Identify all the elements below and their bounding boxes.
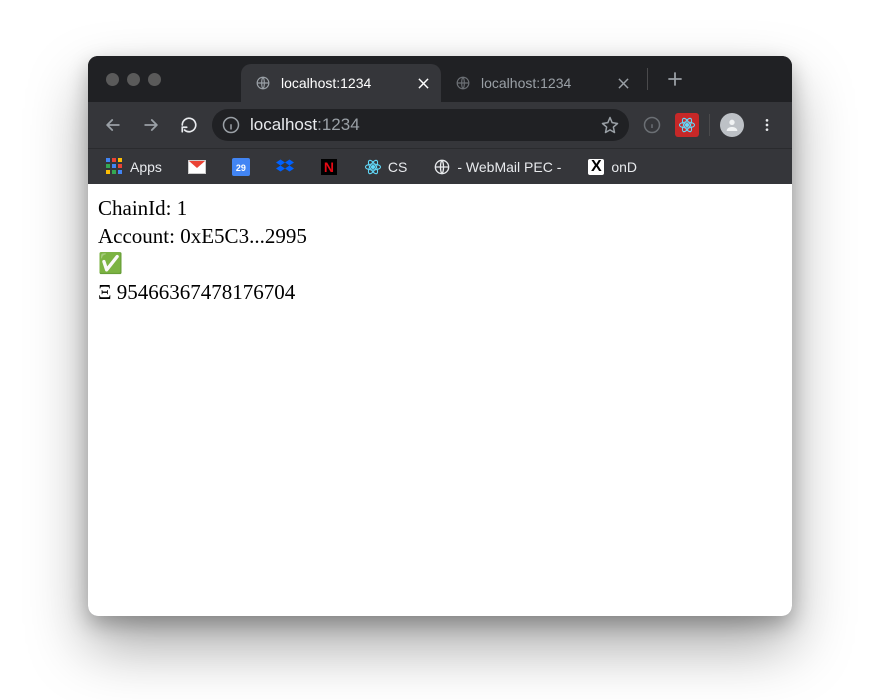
menu-button[interactable] xyxy=(752,110,782,140)
bookmark-cs[interactable]: CS xyxy=(358,154,413,180)
globe-icon xyxy=(433,158,451,176)
react-devtools-extension-icon[interactable] xyxy=(675,113,699,137)
close-tab-button[interactable] xyxy=(615,75,631,91)
bookmark-netflix[interactable]: N xyxy=(314,154,344,180)
calendar-icon: 29 xyxy=(232,158,250,176)
bookmark-calendar[interactable]: 29 xyxy=(226,154,256,180)
checkmark-icon: ✅ xyxy=(98,253,123,275)
tab-title: localhost:1234 xyxy=(281,75,371,91)
bookmark-label: - WebMail PEC - xyxy=(457,159,561,175)
bookmarks-bar: Apps 29 N CS - WebMail PEC - xyxy=(88,148,792,184)
zoom-window-button[interactable] xyxy=(148,73,161,86)
bookmark-apps[interactable]: Apps xyxy=(100,154,168,180)
dropbox-icon xyxy=(276,158,294,176)
bookmark-label: CS xyxy=(388,159,407,175)
react-icon xyxy=(364,158,382,176)
toolbar-divider xyxy=(709,114,710,136)
forward-button[interactable] xyxy=(136,110,166,140)
account-label: Account: xyxy=(98,224,175,248)
apps-grid-icon xyxy=(106,158,124,176)
tab-active[interactable]: localhost:1234 xyxy=(241,64,441,102)
globe-icon xyxy=(455,75,471,91)
close-window-button[interactable] xyxy=(106,73,119,86)
titlebar: localhost:1234 localhost:1234 xyxy=(88,56,792,102)
bookmark-ond[interactable]: X onD xyxy=(581,154,643,180)
account-line: Account: 0xE5C3...2995 xyxy=(98,222,782,250)
tab-title: localhost:1234 xyxy=(481,75,571,91)
toolbar: localhost:1234 xyxy=(88,102,792,148)
bookmark-label: Apps xyxy=(130,159,162,175)
globe-icon xyxy=(255,75,271,91)
browser-window: localhost:1234 localhost:1234 xyxy=(88,56,792,616)
bookmark-label: onD xyxy=(611,159,637,175)
bookmark-gmail[interactable] xyxy=(182,154,212,180)
bookmark-dropbox[interactable] xyxy=(270,154,300,180)
address-bar[interactable]: localhost:1234 xyxy=(212,109,629,141)
profile-avatar[interactable] xyxy=(720,113,744,137)
window-controls xyxy=(106,73,161,86)
url-host: localhost:1234 xyxy=(250,115,360,135)
new-tab-button[interactable] xyxy=(660,64,690,94)
chain-id-value: 1 xyxy=(177,196,188,220)
tab-separator xyxy=(647,68,648,90)
back-button[interactable] xyxy=(98,110,128,140)
close-tab-button[interactable] xyxy=(415,75,431,91)
tab-inactive[interactable]: localhost:1234 xyxy=(441,64,641,102)
tab-strip: localhost:1234 localhost:1234 xyxy=(241,56,792,102)
bookmark-star-icon[interactable] xyxy=(601,116,619,134)
balance-line: Ξ 95466367478176704 xyxy=(98,278,782,306)
balance-value: 95466367478176704 xyxy=(117,280,296,304)
x-icon: X xyxy=(587,158,605,176)
netflix-icon: N xyxy=(320,158,338,176)
status-indicator: ✅ xyxy=(98,251,782,278)
bookmark-webmail[interactable]: - WebMail PEC - xyxy=(427,154,567,180)
minimize-window-button[interactable] xyxy=(127,73,140,86)
site-info-icon[interactable] xyxy=(222,116,240,134)
chain-id-label: ChainId: xyxy=(98,196,172,220)
account-value: 0xE5C3...2995 xyxy=(180,224,307,248)
chain-id-line: ChainId: 1 xyxy=(98,194,782,222)
page-content: ChainId: 1 Account: 0xE5C3...2995 ✅ Ξ 95… xyxy=(88,184,792,616)
eth-symbol-icon: Ξ xyxy=(98,280,112,304)
reload-button[interactable] xyxy=(174,110,204,140)
extension-info-icon[interactable] xyxy=(637,110,667,140)
gmail-icon xyxy=(188,158,206,176)
